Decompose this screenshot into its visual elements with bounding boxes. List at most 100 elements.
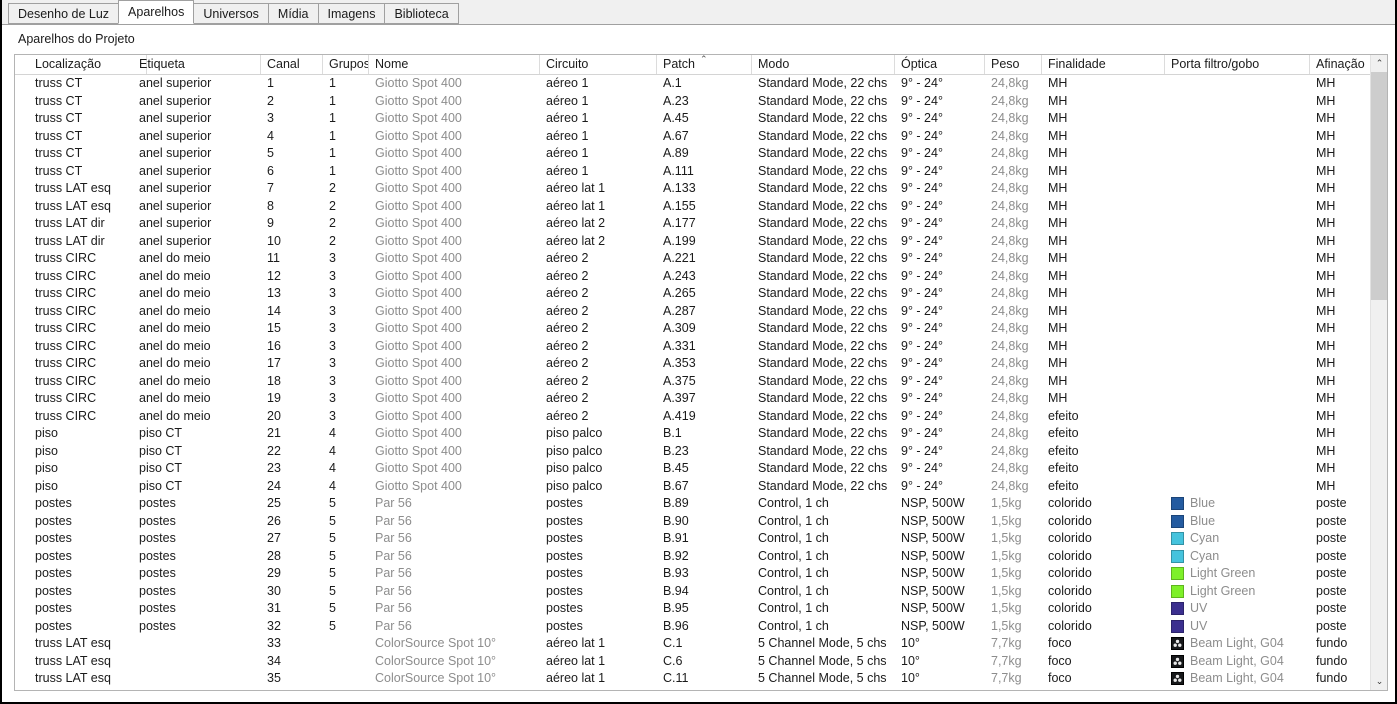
cell-optica[interactable]: 9° - 24° — [895, 145, 985, 163]
cell-finalidade[interactable]: colorido — [1042, 600, 1165, 618]
cell-finalidade[interactable]: MH — [1042, 268, 1165, 286]
cell-patch[interactable]: A.199 — [657, 233, 752, 251]
cell-afinacao[interactable]: MH — [1310, 75, 1372, 93]
cell-gobo[interactable] — [1165, 408, 1310, 426]
cell-nome[interactable]: Giotto Spot 400 — [369, 320, 540, 338]
cell-peso[interactable]: 24,8kg — [985, 110, 1042, 128]
cell-peso[interactable]: 7,7kg — [985, 670, 1042, 688]
cell-optica[interactable]: 9° - 24° — [895, 390, 985, 408]
cell-localizacao[interactable]: truss CIRC — [29, 268, 147, 286]
cell-afinacao[interactable]: poste — [1310, 618, 1372, 636]
cell-finalidade[interactable]: MH — [1042, 303, 1165, 321]
cell-peso[interactable]: 1,5kg — [985, 530, 1042, 548]
cell-afinacao[interactable]: MH — [1310, 338, 1372, 356]
cell-grupos[interactable]: 3 — [323, 390, 369, 408]
cell-nome[interactable]: Giotto Spot 400 — [369, 303, 540, 321]
cell-nome[interactable]: Par 56 — [369, 495, 540, 513]
cell-localizacao[interactable]: postes — [29, 600, 147, 618]
cell-patch[interactable]: B.95 — [657, 600, 752, 618]
cell-optica[interactable]: 9° - 24° — [895, 128, 985, 146]
cell-patch[interactable]: A.375 — [657, 373, 752, 391]
column-header-grupos[interactable]: Grupos — [323, 55, 369, 74]
cell-finalidade[interactable]: efeito — [1042, 408, 1165, 426]
cell-peso[interactable]: 24,8kg — [985, 215, 1042, 233]
cell-gobo[interactable] — [1165, 338, 1310, 356]
cell-etiqueta[interactable]: anel do meio — [133, 268, 261, 286]
cell-canal[interactable]: 20 — [261, 408, 323, 426]
column-header-nome[interactable]: Nome — [369, 55, 540, 74]
cell-nome[interactable]: Giotto Spot 400 — [369, 163, 540, 181]
cell-localizacao[interactable]: postes — [29, 583, 147, 601]
cell-patch[interactable]: B.23 — [657, 443, 752, 461]
cell-circuito[interactable]: aéreo 2 — [540, 390, 657, 408]
cell-gobo[interactable] — [1165, 285, 1310, 303]
cell-gobo[interactable] — [1165, 425, 1310, 443]
cell-modo[interactable]: Control, 1 ch — [752, 513, 895, 531]
cell-optica[interactable]: 9° - 24° — [895, 443, 985, 461]
cell-nome[interactable]: Giotto Spot 400 — [369, 390, 540, 408]
cell-grupos[interactable]: 3 — [323, 250, 369, 268]
cell-localizacao[interactable]: truss LAT esq — [29, 670, 147, 688]
cell-grupos[interactable]: 3 — [323, 355, 369, 373]
table-row[interactable]: postes postes 26 5 Par 56 postes B.90 Control, … — [15, 513, 1387, 531]
cell-grupos[interactable]: 1 — [323, 145, 369, 163]
cell-canal[interactable]: 1 — [261, 75, 323, 93]
cell-gobo[interactable]: Cyan — [1165, 530, 1310, 548]
cell-canal[interactable]: 29 — [261, 565, 323, 583]
cell-afinacao[interactable]: MH — [1310, 198, 1372, 216]
cell-grupos[interactable]: 2 — [323, 180, 369, 198]
cell-patch[interactable]: A.1 — [657, 75, 752, 93]
cell-modo[interactable]: Standard Mode, 22 chs — [752, 338, 895, 356]
cell-finalidade[interactable]: efeito — [1042, 478, 1165, 496]
cell-afinacao[interactable]: MH — [1310, 93, 1372, 111]
cell-afinacao[interactable]: MH — [1310, 163, 1372, 181]
cell-localizacao[interactable]: truss CIRC — [29, 303, 147, 321]
cell-nome[interactable]: Giotto Spot 400 — [369, 425, 540, 443]
cell-peso[interactable]: 24,8kg — [985, 425, 1042, 443]
cell-patch[interactable]: B.45 — [657, 460, 752, 478]
cell-gobo[interactable] — [1165, 75, 1310, 93]
cell-modo[interactable]: Standard Mode, 22 chs — [752, 443, 895, 461]
cell-grupos[interactable]: 5 — [323, 513, 369, 531]
cell-finalidade[interactable]: efeito — [1042, 460, 1165, 478]
cell-grupos[interactable]: 3 — [323, 373, 369, 391]
cell-optica[interactable]: NSP, 500W — [895, 513, 985, 531]
cell-gobo[interactable] — [1165, 373, 1310, 391]
cell-circuito[interactable]: aéreo 2 — [540, 250, 657, 268]
cell-circuito[interactable]: piso palco — [540, 478, 657, 496]
cell-modo[interactable]: 5 Channel Mode, 5 chs — [752, 653, 895, 671]
vertical-scrollbar[interactable]: ⌃ ⌄ — [1370, 55, 1387, 690]
cell-optica[interactable]: 10° — [895, 653, 985, 671]
cell-modo[interactable]: Control, 1 ch — [752, 583, 895, 601]
table-row[interactable]: piso piso CT 22 4 Giotto Spot 400 piso palco B… — [15, 443, 1387, 461]
cell-nome[interactable]: Giotto Spot 400 — [369, 233, 540, 251]
column-header-afinacao[interactable]: Afinação — [1310, 55, 1372, 74]
cell-circuito[interactable]: aéreo lat 1 — [540, 180, 657, 198]
cell-circuito[interactable]: aéreo 1 — [540, 145, 657, 163]
cell-circuito[interactable]: piso palco — [540, 425, 657, 443]
cell-patch[interactable]: B.93 — [657, 565, 752, 583]
cell-etiqueta[interactable]: piso CT — [133, 425, 261, 443]
cell-peso[interactable]: 1,5kg — [985, 618, 1042, 636]
cell-afinacao[interactable]: MH — [1310, 268, 1372, 286]
cell-localizacao[interactable]: truss CIRC — [29, 373, 147, 391]
cell-nome[interactable]: Par 56 — [369, 618, 540, 636]
cell-circuito[interactable]: postes — [540, 618, 657, 636]
cell-localizacao[interactable]: truss LAT esq — [29, 198, 147, 216]
cell-nome[interactable]: Par 56 — [369, 548, 540, 566]
cell-localizacao[interactable]: postes — [29, 565, 147, 583]
cell-modo[interactable]: Standard Mode, 22 chs — [752, 478, 895, 496]
cell-localizacao[interactable]: truss CIRC — [29, 250, 147, 268]
cell-circuito[interactable]: piso palco — [540, 460, 657, 478]
cell-finalidade[interactable]: MH — [1042, 355, 1165, 373]
cell-canal[interactable]: 3 — [261, 110, 323, 128]
table-row[interactable]: postes postes 27 5 Par 56 postes B.91 Control, … — [15, 530, 1387, 548]
cell-canal[interactable]: 22 — [261, 443, 323, 461]
cell-canal[interactable]: 33 — [261, 635, 323, 653]
cell-circuito[interactable]: aéreo lat 1 — [540, 635, 657, 653]
cell-circuito[interactable]: aéreo 2 — [540, 408, 657, 426]
cell-optica[interactable]: 9° - 24° — [895, 425, 985, 443]
cell-finalidade[interactable]: foco — [1042, 670, 1165, 688]
scroll-up-arrow[interactable]: ⌃ — [1371, 55, 1387, 72]
cell-afinacao[interactable]: MH — [1310, 408, 1372, 426]
